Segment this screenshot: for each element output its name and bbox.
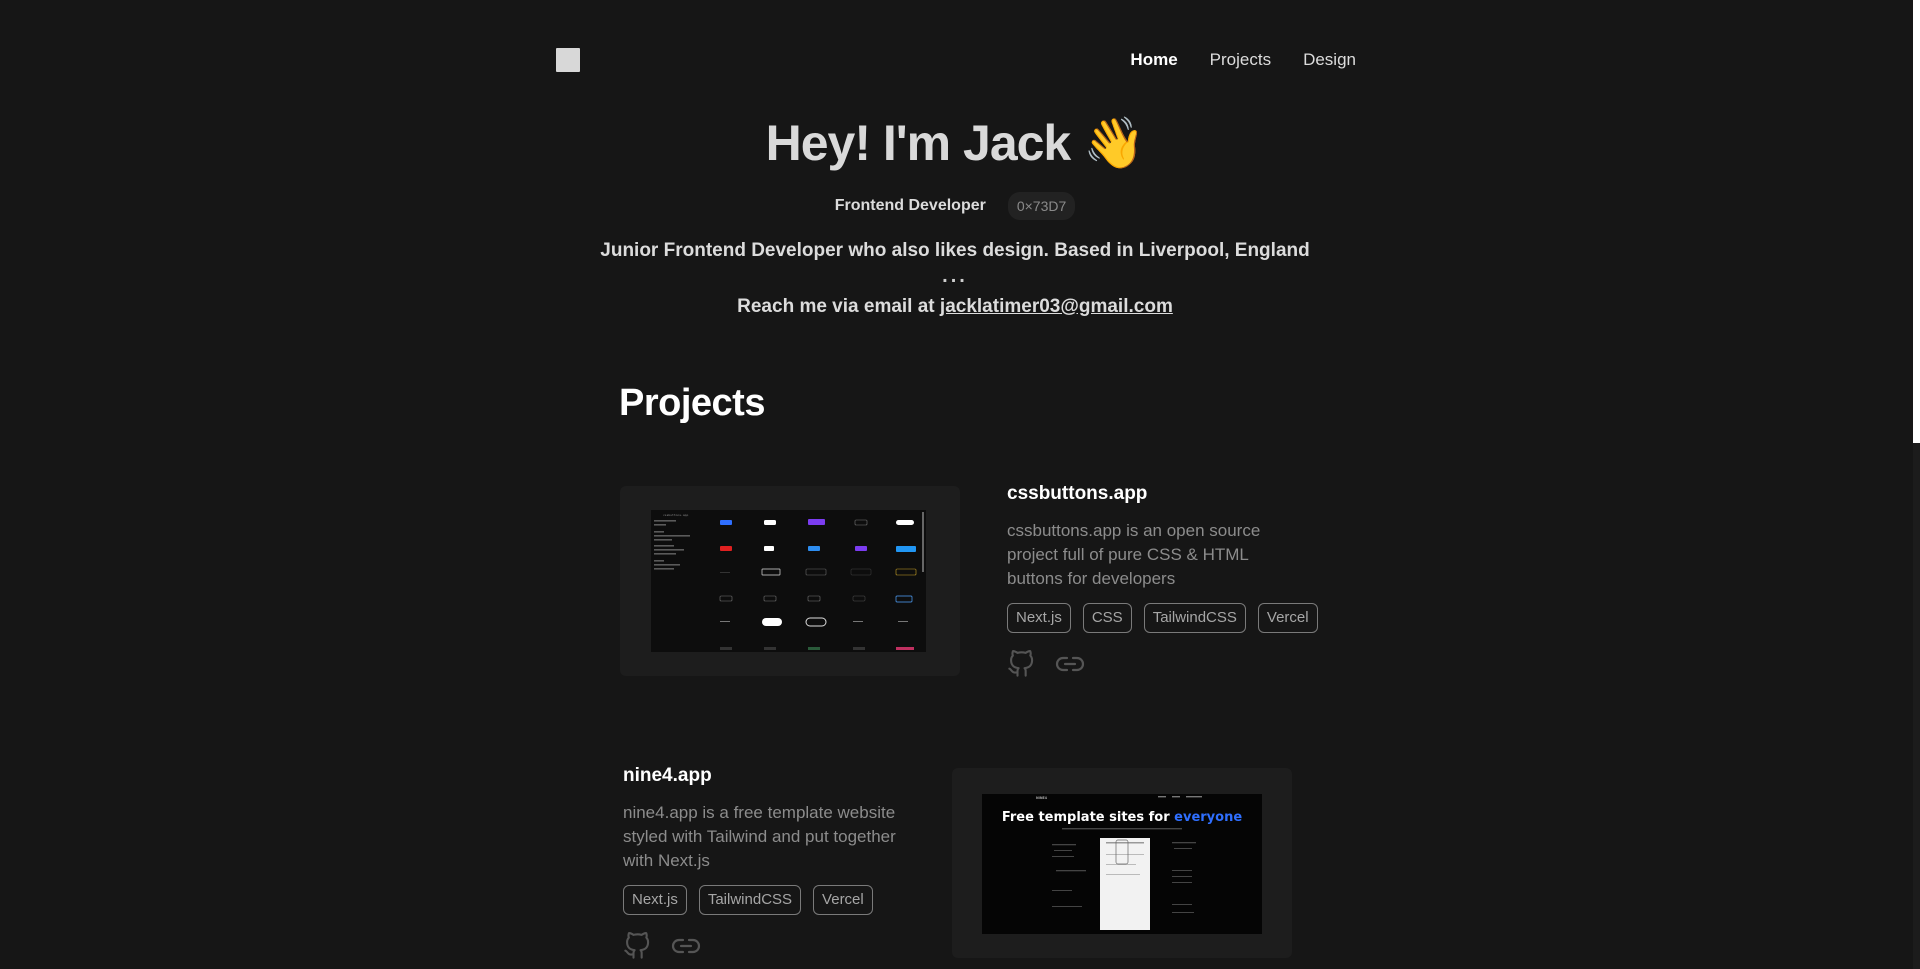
tag-vercel[interactable]: Vercel	[813, 885, 873, 915]
github-icon[interactable]	[1007, 649, 1035, 679]
nav-projects[interactable]: Projects	[1210, 48, 1271, 72]
project-card-nine4: nine4.app nine4.app is a free template w…	[623, 763, 943, 961]
nine4-screenshot: NINE4 Free template sites for everyone	[982, 794, 1262, 934]
nine4-screenshot-headline: Free template sites for everyone	[1002, 810, 1242, 825]
tag-nextjs[interactable]: Next.js	[623, 885, 687, 915]
email-link[interactable]: jacklatimer03@gmail.com	[940, 296, 1173, 317]
tag-css[interactable]: CSS	[1082, 603, 1132, 633]
cssbuttons-screenshot-graphic: cssbuttons.app	[651, 510, 926, 652]
link-icon[interactable]	[1055, 654, 1085, 674]
nav-home[interactable]: Home	[1130, 48, 1177, 72]
project-thumbnail-cssbuttons[interactable]: cssbuttons.app	[620, 486, 960, 676]
nav-design[interactable]: Design	[1303, 48, 1356, 72]
project-links	[1007, 649, 1327, 679]
project-card-cssbuttons: cssbuttons.app cssbuttons.app is an open…	[1007, 481, 1327, 679]
projects-heading: Projects	[619, 382, 765, 424]
scrollbar-thumb[interactable]	[1913, 0, 1920, 443]
tag-tailwindcss[interactable]: TailwindCSS	[1143, 603, 1246, 633]
main-nav: Home Projects Design	[1130, 48, 1356, 72]
scrollbar-track[interactable]	[1913, 0, 1920, 969]
tag-nextjs[interactable]: Next.js	[1007, 603, 1071, 633]
hero-section: Hey! I'm Jack 👋 Frontend Developer 0×73D…	[0, 110, 1910, 319]
role-label: Frontend Developer	[834, 197, 986, 214]
project-name: cssbuttons.app	[1007, 483, 1148, 504]
project-thumbnail-nine4[interactable]: NINE4 Free template sites for everyone	[952, 768, 1292, 958]
cssbuttons-screenshot-title: cssbuttons.app	[663, 513, 688, 517]
tag-tailwindcss[interactable]: TailwindCSS	[698, 885, 802, 915]
link-icon[interactable]	[671, 936, 701, 956]
hero-dots: ...	[942, 265, 968, 287]
tag-vercel[interactable]: Vercel	[1257, 603, 1318, 633]
project-description: cssbuttons.app is an open source project…	[1007, 521, 1261, 588]
hero-title: Hey! I'm Jack 👋	[765, 115, 1146, 171]
hero-bio: Junior Frontend Developer who also likes…	[600, 240, 1310, 261]
project-tags: Next.js TailwindCSS Vercel	[623, 885, 943, 915]
hero-role-row: Frontend Developer 0×73D7	[0, 192, 1910, 220]
github-icon[interactable]	[623, 931, 651, 961]
hero-contact: Reach me via email at jacklatimer03@gmai…	[0, 295, 1910, 319]
nine4-screenshot-graphic: NINE4 Free template sites for everyone	[982, 794, 1262, 934]
nine4-screenshot-brand: NINE4	[1036, 796, 1048, 800]
hex-badge: 0×73D7	[1007, 192, 1076, 220]
contact-prefix: Reach me via email at	[737, 296, 940, 317]
project-links	[623, 931, 943, 961]
project-name: nine4.app	[623, 765, 712, 786]
project-description: nine4.app is a free template website sty…	[623, 803, 896, 870]
cssbuttons-screenshot: cssbuttons.app	[651, 510, 926, 652]
project-tags: Next.js CSS TailwindCSS Vercel	[1007, 603, 1327, 633]
site-logo[interactable]	[556, 48, 580, 72]
